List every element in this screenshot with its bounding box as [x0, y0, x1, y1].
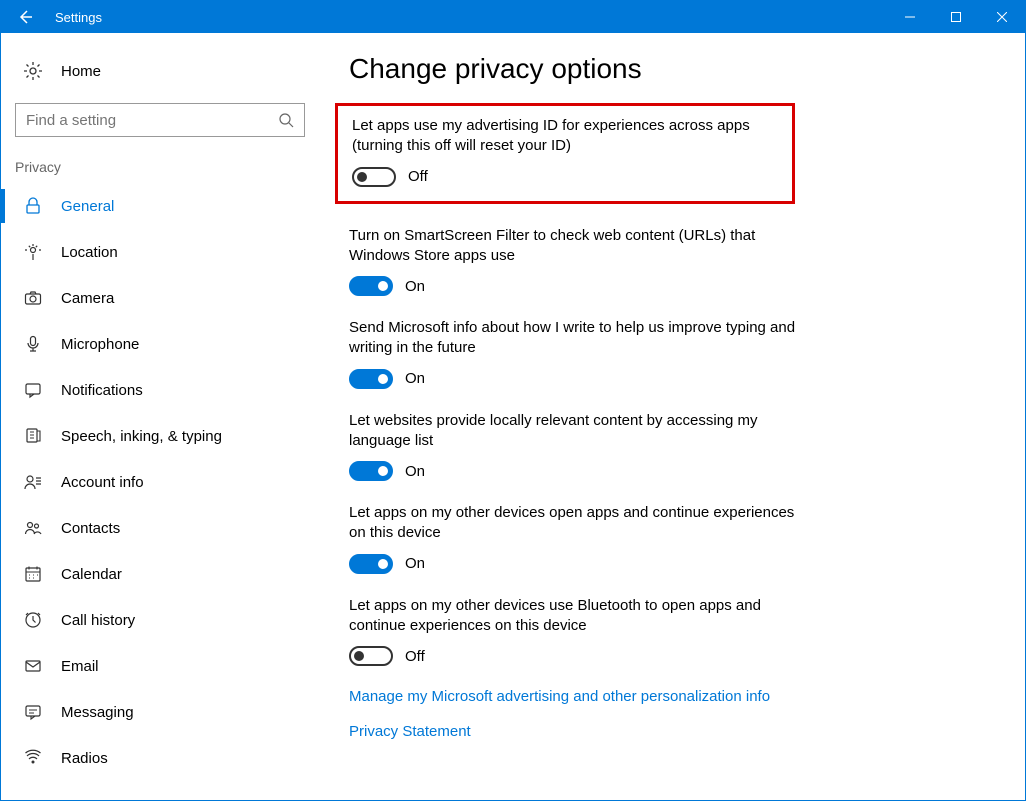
sidebar-item-calendar[interactable]: Calendar — [1, 551, 323, 597]
setting-description: Let apps on my other devices use Bluetoo… — [349, 596, 799, 637]
sidebar-item-location[interactable]: Location — [1, 229, 323, 275]
setting-description: Send Microsoft info about how I write to… — [349, 318, 799, 359]
sidebar-item-label: Radios — [61, 750, 108, 767]
setting-item: Let apps on my other devices use Bluetoo… — [349, 596, 799, 667]
back-button[interactable] — [1, 1, 49, 33]
sidebar-item-general[interactable]: General — [1, 183, 323, 229]
sidebar-section-label: Privacy — [1, 147, 323, 183]
sidebar-item-label: Camera — [61, 290, 114, 307]
setting-description: Let websites provide locally relevant co… — [349, 411, 799, 452]
speech-icon — [23, 427, 43, 445]
sidebar-item-microphone[interactable]: Microphone — [1, 321, 323, 367]
toggle-state-label: On — [405, 370, 425, 387]
setting-item: Let apps on my other devices open apps a… — [349, 503, 799, 574]
messaging-icon — [23, 703, 43, 721]
calendar-icon — [23, 565, 43, 583]
toggle-state-label: On — [405, 463, 425, 480]
camera-icon — [23, 289, 43, 307]
toggle-switch[interactable] — [349, 461, 393, 481]
toggle-state-label: Off — [405, 648, 425, 665]
sidebar-item-camera[interactable]: Camera — [1, 275, 323, 321]
sidebar-item-label: Microphone — [61, 336, 139, 353]
sidebar-item-label: Speech, inking, & typing — [61, 428, 222, 445]
sidebar-item-contacts[interactable]: Contacts — [1, 505, 323, 551]
toggle-switch[interactable] — [349, 369, 393, 389]
minimize-icon — [905, 12, 915, 22]
location-icon — [23, 243, 43, 261]
sidebar-item-label: Messaging — [61, 704, 134, 721]
sidebar-item-label: Calendar — [61, 566, 122, 583]
setting-description: Let apps use my advertising ID for exper… — [352, 116, 778, 157]
toggle-switch[interactable] — [349, 646, 393, 666]
home-button[interactable]: Home — [1, 51, 323, 91]
search-icon — [278, 112, 294, 128]
close-icon — [997, 12, 1007, 22]
toggle-switch[interactable] — [352, 167, 396, 187]
setting-item: Let websites provide locally relevant co… — [349, 411, 799, 482]
setting-item: Turn on SmartScreen Filter to check web … — [349, 226, 799, 297]
home-label: Home — [61, 63, 101, 80]
setting-description: Turn on SmartScreen Filter to check web … — [349, 226, 799, 267]
back-arrow-icon — [17, 9, 33, 25]
search-box[interactable] — [15, 103, 305, 137]
sidebar-item-label: Location — [61, 244, 118, 261]
toggle-state-label: On — [405, 278, 425, 295]
window-title: Settings — [49, 10, 102, 25]
sidebar-item-label: General — [61, 198, 114, 215]
email-icon — [23, 657, 43, 675]
sidebar-item-messaging[interactable]: Messaging — [1, 689, 323, 735]
search-input[interactable] — [26, 112, 278, 129]
link[interactable]: Manage my Microsoft advertising and othe… — [349, 688, 995, 705]
sidebar-item-call-history[interactable]: Call history — [1, 597, 323, 643]
setting-item: Let apps use my advertising ID for exper… — [352, 116, 778, 187]
maximize-icon — [951, 12, 961, 22]
gear-icon — [23, 61, 43, 81]
setting-description: Let apps on my other devices open apps a… — [349, 503, 799, 544]
maximize-button[interactable] — [933, 1, 979, 33]
titlebar: Settings — [1, 1, 1025, 33]
toggle-switch[interactable] — [349, 554, 393, 574]
call-history-icon — [23, 611, 43, 629]
toggle-switch[interactable] — [349, 276, 393, 296]
close-button[interactable] — [979, 1, 1025, 33]
highlighted-setting: Let apps use my advertising ID for exper… — [335, 103, 795, 204]
sidebar-item-account-info[interactable]: Account info — [1, 459, 323, 505]
sidebar-item-label: Account info — [61, 474, 144, 491]
sidebar: Home Privacy General Location Camera Microp… — [1, 33, 323, 800]
sidebar-nav: General Location Camera Microphone Notificat… — [1, 183, 323, 800]
lock-icon — [23, 197, 43, 215]
sidebar-item-label: Email — [61, 658, 99, 675]
main-content: Change privacy options Let apps use my a… — [323, 33, 1025, 800]
link[interactable]: Privacy Statement — [349, 723, 995, 740]
minimize-button[interactable] — [887, 1, 933, 33]
sidebar-item-email[interactable]: Email — [1, 643, 323, 689]
sidebar-item-label: Contacts — [61, 520, 120, 537]
sidebar-item-speech-inking-typing[interactable]: Speech, inking, & typing — [1, 413, 323, 459]
setting-item: Send Microsoft info about how I write to… — [349, 318, 799, 389]
contacts-icon — [23, 519, 43, 537]
sidebar-item-label: Notifications — [61, 382, 143, 399]
notifications-icon — [23, 381, 43, 399]
sidebar-item-label: Call history — [61, 612, 135, 629]
page-title: Change privacy options — [349, 53, 995, 85]
microphone-icon — [23, 335, 43, 353]
toggle-state-label: Off — [408, 168, 428, 185]
account-icon — [23, 473, 43, 491]
toggle-state-label: On — [405, 555, 425, 572]
sidebar-item-notifications[interactable]: Notifications — [1, 367, 323, 413]
sidebar-item-radios[interactable]: Radios — [1, 735, 323, 781]
radios-icon — [23, 749, 43, 767]
